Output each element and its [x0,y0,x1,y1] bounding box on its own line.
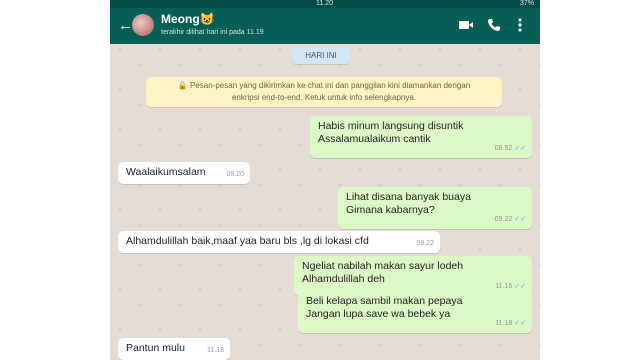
chat-header: ← Meong😺 terakhir dilihat hari ini pada … [110,8,540,44]
message-time: 11.18 [495,320,513,327]
message-meta: 11.18 ✓✓ [495,317,526,330]
status-bar: 11.20 37% [110,0,540,8]
message-text: Waalaikumsalam [126,166,206,178]
message-bubble-outgoing[interactable]: Habis minum langsung disuntik Assalamual… [310,116,532,158]
phone-icon[interactable] [486,17,502,33]
message-text: Assalamualaikum cantik [318,133,431,145]
battery-level: 37% [519,0,534,7]
encryption-notice[interactable]: 🔒 Pesan-pesan yang dikirimkan ke chat in… [146,77,502,107]
avatar[interactable] [132,14,154,36]
message-bubble-incoming[interactable]: Alhamdulillah baik,maaf yaa baru bls ,lg… [118,231,440,253]
message-meta: 09.22 ✓✓ [495,213,526,226]
message-bubble-outgoing[interactable]: Lihat disana banyak buaya Gimana kabarny… [338,187,532,229]
video-call-icon[interactable] [458,17,474,33]
message-bubble-incoming[interactable]: Waalaikumsalam 09.20 [118,162,250,184]
status-time: 11.20 [316,0,333,7]
message-time: 09.22 [494,216,513,223]
message-text: Alhamdulillah deh [302,273,385,285]
read-receipt-icon: ✓✓ [514,320,526,327]
read-receipt-icon: ✓✓ [514,216,526,223]
message-text: Jangan lupa save wa bebek ya [306,308,451,320]
message-list[interactable]: HARI INI 🔒 Pesan-pesan yang dikirimkan k… [110,44,540,360]
message-text: Alhamdulillah baik,maaf yaa baru bls ,lg… [126,235,369,247]
message-bubble-incoming[interactable]: Pantun mulu 11.18 [118,338,230,360]
message-time: 08.22 [416,240,434,247]
contact-name[interactable]: Meong😺 [161,12,215,26]
more-vert-icon[interactable] [512,17,528,33]
message-text: Ngeliat nabilah makan sayur lodeh [302,260,464,272]
read-receipt-icon: ✓✓ [514,283,526,290]
encryption-notice-line: enkripsi end-to-end. Ketuk untuk info se… [231,93,417,102]
message-meta: 08.52 ✓✓ [495,142,526,155]
message-bubble-outgoing[interactable]: Ngeliat nabilah makan sayur lodeh Alhamd… [294,256,532,296]
date-separator: HARI INI [292,48,350,64]
message-time: 11.16 [495,283,513,290]
read-receipt-icon: ✓✓ [514,145,526,152]
message-text: Lihat disana banyak buaya [346,191,471,203]
back-arrow-icon[interactable]: ← [118,18,133,33]
message-time: 09.20 [226,171,244,178]
whatsapp-chat-screen: 11.20 37% ← Meong😺 terakhir dilihat hari… [110,0,540,360]
message-bubble-outgoing[interactable]: Beli kelapa sambil makan pepaya Jangan l… [298,291,532,333]
encryption-notice-line: 🔒 Pesan-pesan yang dikirimkan ke chat in… [177,81,471,90]
message-text: Habis minum langsung disuntik [318,120,464,132]
last-seen-status: terakhir dilihat hari ini pada 11.19 [161,29,264,36]
message-time: 08.52 [494,145,513,152]
message-time: 11.18 [207,347,224,354]
message-text: Beli kelapa sambil makan pepaya [306,295,463,307]
